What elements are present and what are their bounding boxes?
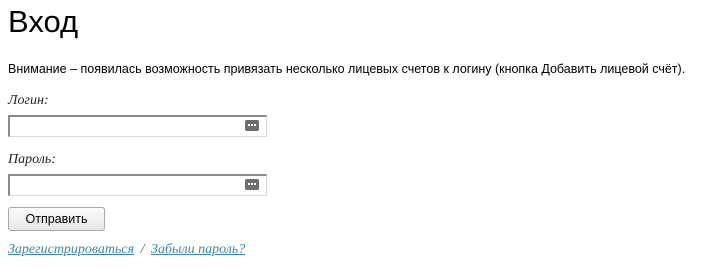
forgot-password-link[interactable]: Забыли пароль? [151,242,245,257]
submit-button[interactable]: Отправить [8,207,105,231]
link-separator: / [140,242,145,257]
page-title: Вход [8,4,79,39]
login-input[interactable] [8,115,267,137]
register-link[interactable]: Зарегистрироваться [8,242,134,257]
password-manager-key-icon[interactable] [245,179,259,190]
auth-links: Зарегистрироваться / Забыли пароль? [8,241,245,259]
password-input[interactable] [8,174,267,196]
password-label: Пароль: [8,152,56,167]
login-label: Логин: [8,93,49,108]
password-manager-key-icon[interactable] [245,120,259,131]
notice-text: Внимание – появилась возможность привяза… [8,62,686,76]
